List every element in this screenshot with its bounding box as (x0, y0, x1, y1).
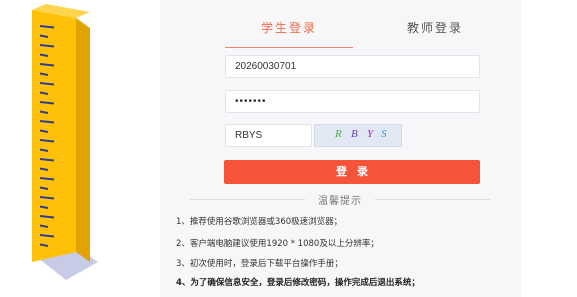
ruler-front (32, 10, 76, 262)
tips-header: 温馨提示 (160, 192, 521, 207)
tip-item: 2、客户端电脑建议使用1920 * 1080及以上分辨率； (176, 239, 379, 249)
tip-item: 1、推荐使用谷歌浏览器或360极速浏览器； (176, 217, 343, 227)
password-input[interactable]: ••••••• (225, 90, 480, 113)
tab-student-login[interactable]: 学生登录 (225, 14, 353, 48)
login-panel: 学生登录 教师登录 20260030701 ••••••• RBYS R B Y… (160, 0, 521, 297)
username-input[interactable]: 20260030701 (225, 55, 480, 78)
captcha-image[interactable]: R B Y S (314, 124, 402, 147)
tips-divider-left (190, 199, 305, 200)
captcha-input[interactable]: RBYS (225, 124, 312, 147)
tips-divider-right (375, 199, 490, 200)
tip-item: 3、初次使用时，登录后下载平台操作手册； (176, 259, 343, 269)
captcha-char: S (381, 128, 387, 140)
ruler-icon (32, 4, 98, 280)
tips-title: 温馨提示 (318, 196, 362, 207)
tip-item: 4、为了确保信息安全，登录后修改密码，操作完成后退出系统； (176, 278, 420, 288)
captcha-char: B (351, 128, 358, 140)
ruler-illustration (0, 0, 160, 297)
login-tabs: 学生登录 教师登录 (225, 14, 515, 48)
tab-teacher-login[interactable]: 教师登录 (375, 14, 495, 48)
login-button[interactable]: 登录 (224, 160, 480, 184)
ruler-side (76, 18, 90, 262)
captcha-char: Y (367, 128, 374, 140)
captcha-char: R (335, 128, 342, 140)
